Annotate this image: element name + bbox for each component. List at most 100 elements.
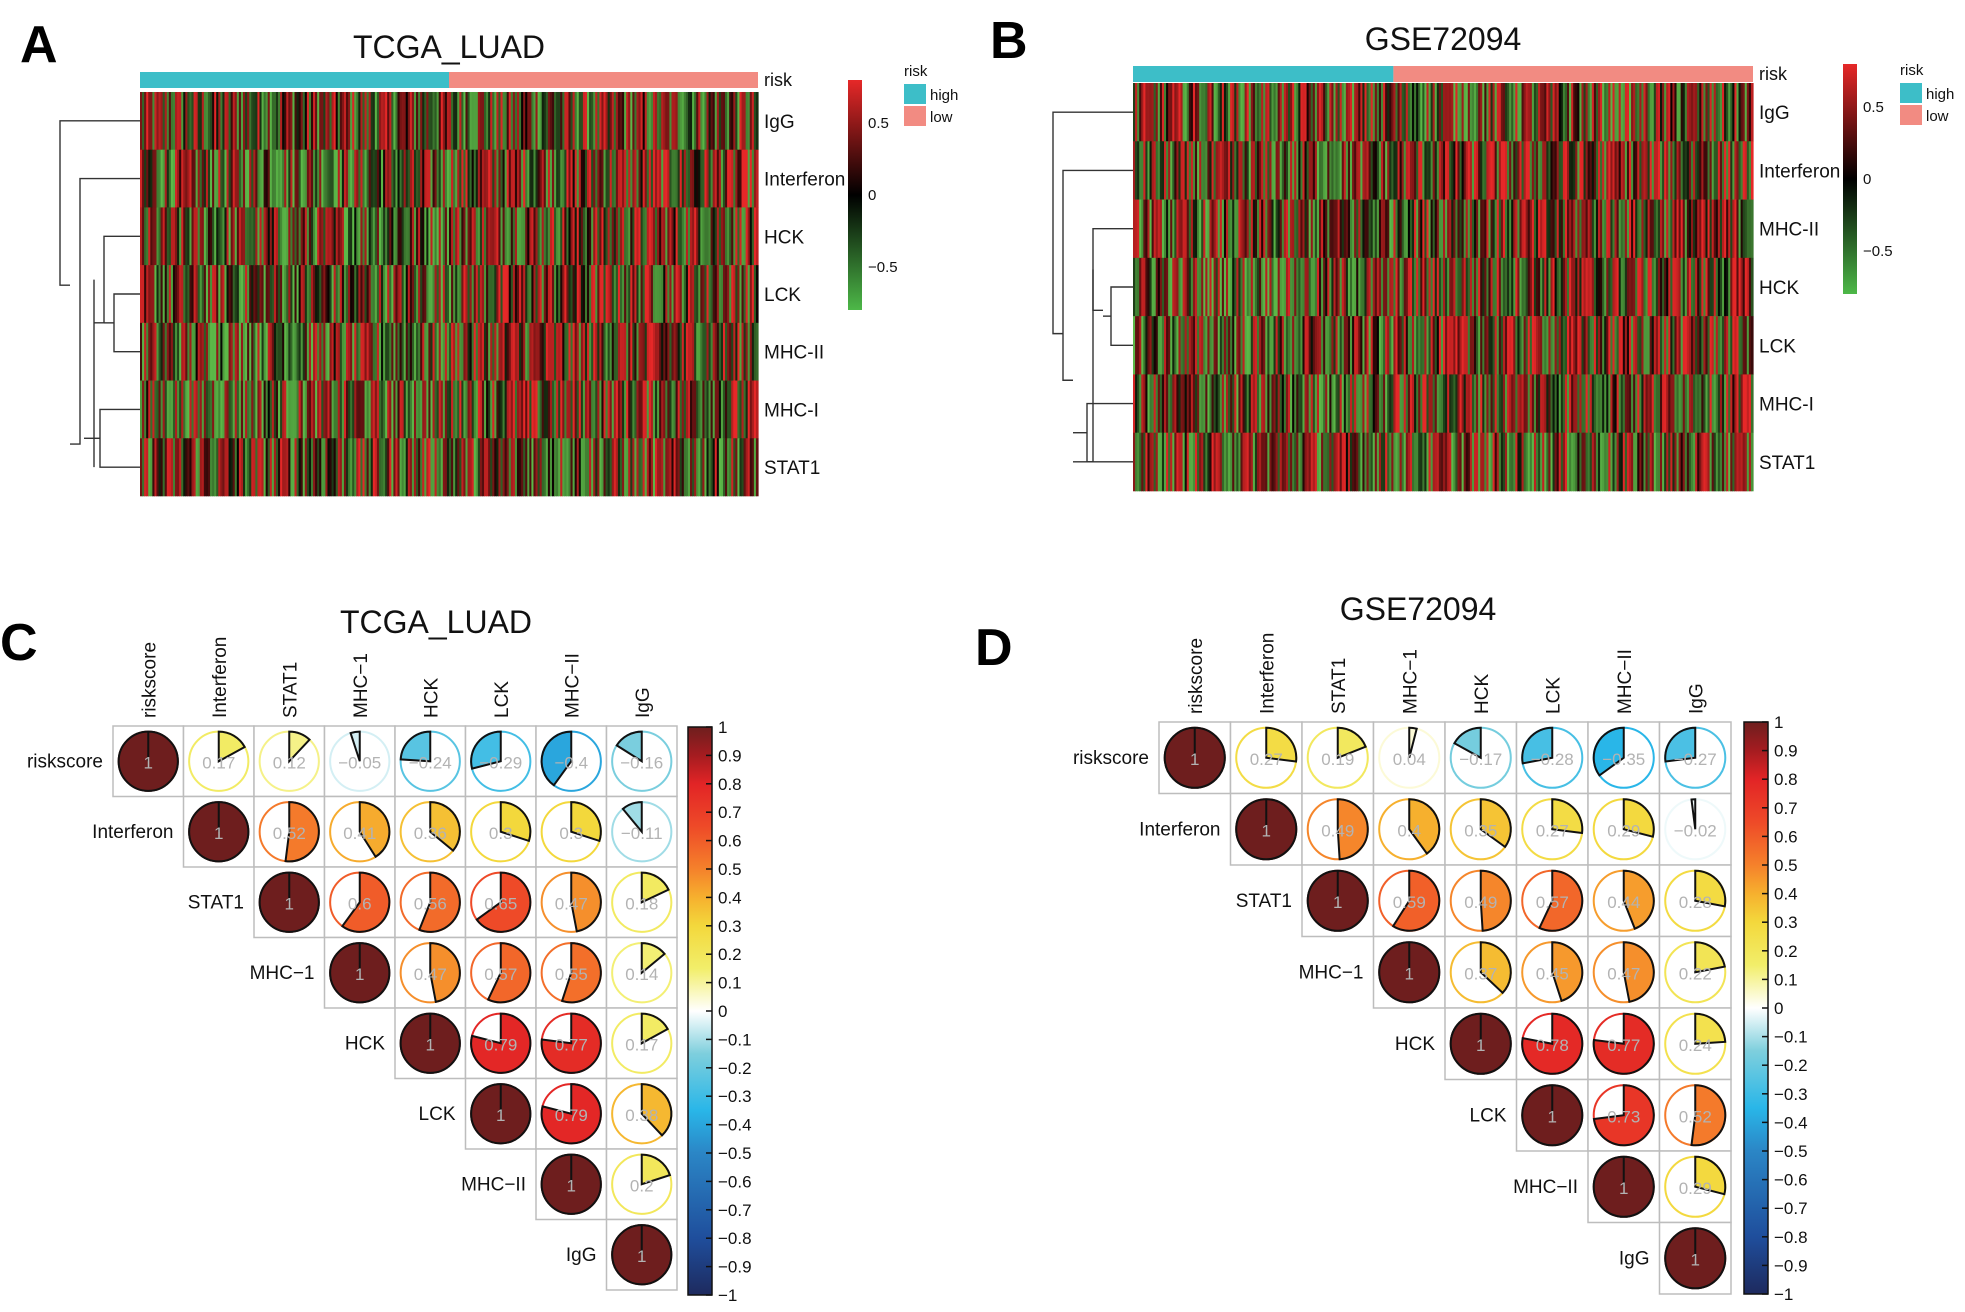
dendrogram-branch [1062,169,1133,381]
corr-value-label: 1 [1691,1250,1700,1269]
corr-value-label: 1 [285,894,294,913]
heatmap-cell [755,207,759,266]
row-label: STAT1 [1236,891,1292,912]
corr-value-label: −0.35 [1602,750,1645,769]
corr-value-label: 0.2 [630,1176,654,1195]
column-label: LCK [1543,677,1564,714]
colorbar-tick-label: 0.5 [1774,856,1798,875]
heatmap-panel-b: GSE72094riskIgGInterferonMHC-IIHCKLCKMHC… [1052,21,1954,492]
column-label: MHC−II [1615,649,1636,714]
row-label: Interferon [1759,161,1840,182]
colorbar-tick-label: 0.8 [1774,770,1798,789]
corr-value-label: 0.6 [348,894,372,913]
row-label: IgG [566,1245,597,1266]
corr-cell: 1 [1515,1078,1589,1152]
row-label: Interferon [1139,819,1220,840]
corr-cell: 1 [182,795,255,868]
row-label: LCK [1470,1105,1507,1126]
colorbar-tick-label: −0.4 [718,1116,752,1135]
figure: A BC DTCGA_LUADriskIgGInterferonHCKLCKMHC-… [0,12,1954,1305]
corr-cell: 0.52 [253,795,326,868]
corr-value-label: 0.77 [1607,1036,1640,1055]
colorbar-tick-label: −0.9 [1774,1256,1808,1275]
corr-cell: 0.47 [1587,935,1661,1009]
colorbar-tick-label: 0.4 [718,888,742,907]
corr-cell: 0.57 [1515,864,1589,938]
colorbar-tick-label: −0.7 [1774,1199,1808,1218]
corr-cell: −0.28 [1515,721,1589,795]
row-label: LCK [764,285,801,306]
corr-value-label: 0.77 [555,1035,588,1054]
panel-label-b: B [990,12,1028,70]
colorbar-tick-label: −0.6 [1774,1171,1808,1190]
corr-value-label: 0.3 [489,824,513,843]
corr-cell: 0.29 [1587,792,1661,866]
column-label: MHC−1 [351,653,372,718]
row-label: LCK [419,1104,456,1125]
corr-value-label: 0.28 [1679,893,1712,912]
corr-cell: 0.49 [1301,792,1375,866]
corr-value-label: 0.79 [484,1035,517,1054]
colorbar-tick-label: −0.5 [868,259,898,276]
corr-cell: 0.3 [464,795,537,868]
heatmap-cell [1750,374,1754,434]
heatmap-row [1133,374,1754,434]
colorbar: 0.50−0.5 [1843,64,1893,294]
corr-cell: 0.79 [535,1077,608,1150]
corr-cell: 0.56 [394,866,467,939]
row-label: IgG [1759,103,1790,124]
corr-value-label: 1 [1262,821,1271,840]
heatmap-cell [755,322,759,381]
annotation-label: risk [1759,64,1788,84]
colorbar-tick-label: 0.5 [1863,99,1884,116]
heatmap-cell [755,149,759,208]
corr-cell: 0.44 [1587,864,1661,938]
heatmap-cell [1750,316,1754,375]
corr-cell: 1 [394,1007,467,1080]
legend-title: risk [904,63,928,80]
corr-cell: 0.52 [1658,1078,1732,1152]
colorbar-tick-label: −0.4 [1774,1113,1808,1132]
corr-cell: 0.27 [1229,721,1303,795]
corr-cell: 0.73 [1587,1078,1661,1152]
corr-cell: 0.2 [605,1148,678,1221]
colorbar: 0.50−0.5 [848,80,898,310]
panel-label-a: A [20,16,58,74]
corr-cell: 0.37 [1444,935,1518,1009]
corr-value-label: 0.14 [625,965,658,984]
panel-label-c: C [0,614,38,672]
corr-cell: 0.29 [1658,1150,1732,1224]
row-label: MHC−1 [1299,962,1364,983]
legend-label: low [1926,108,1949,125]
corr-value-label: 0.37 [1464,964,1497,983]
corr-value-label: 0.35 [1464,821,1497,840]
heatmap-cell [1750,199,1754,259]
colorbar-tick-label: −0.1 [718,1030,752,1049]
dendrogram-branch [1110,286,1133,346]
corr-value-label: 1 [355,965,364,984]
corr-value-label: 1 [1190,750,1199,769]
corr-cell: 0.22 [1658,935,1732,1009]
risk-annotation-low [1393,66,1753,82]
corr-value-label: 0.38 [625,1106,658,1125]
row-label: HCK [1395,1034,1435,1055]
row-label: LCK [1759,336,1796,357]
corr-value-label: 0.24 [1679,1036,1712,1055]
corr-value-label: 0.27 [1536,821,1569,840]
row-label: Interferon [92,822,173,843]
corr-value-label: 0.49 [1464,893,1497,912]
row-label: MHC-II [764,343,824,364]
panel-label-d: D [975,619,1013,677]
corr-cell: 0.17 [182,725,255,798]
corr-value-label: 0.56 [414,894,447,913]
corr-cell: 0.49 [1444,864,1518,938]
dendrogram-branch [59,120,140,286]
corr-cell: 0.6 [323,866,396,939]
corr-cell: 0.04 [1372,721,1446,795]
corr-value-label: 1 [567,1176,576,1195]
corr-value-label: 0.17 [625,1035,658,1054]
heatmap-cell [755,380,759,439]
legend-swatch-high [904,84,926,104]
dendrogram-branch [70,177,140,445]
corr-value-label: 0.41 [343,824,376,843]
